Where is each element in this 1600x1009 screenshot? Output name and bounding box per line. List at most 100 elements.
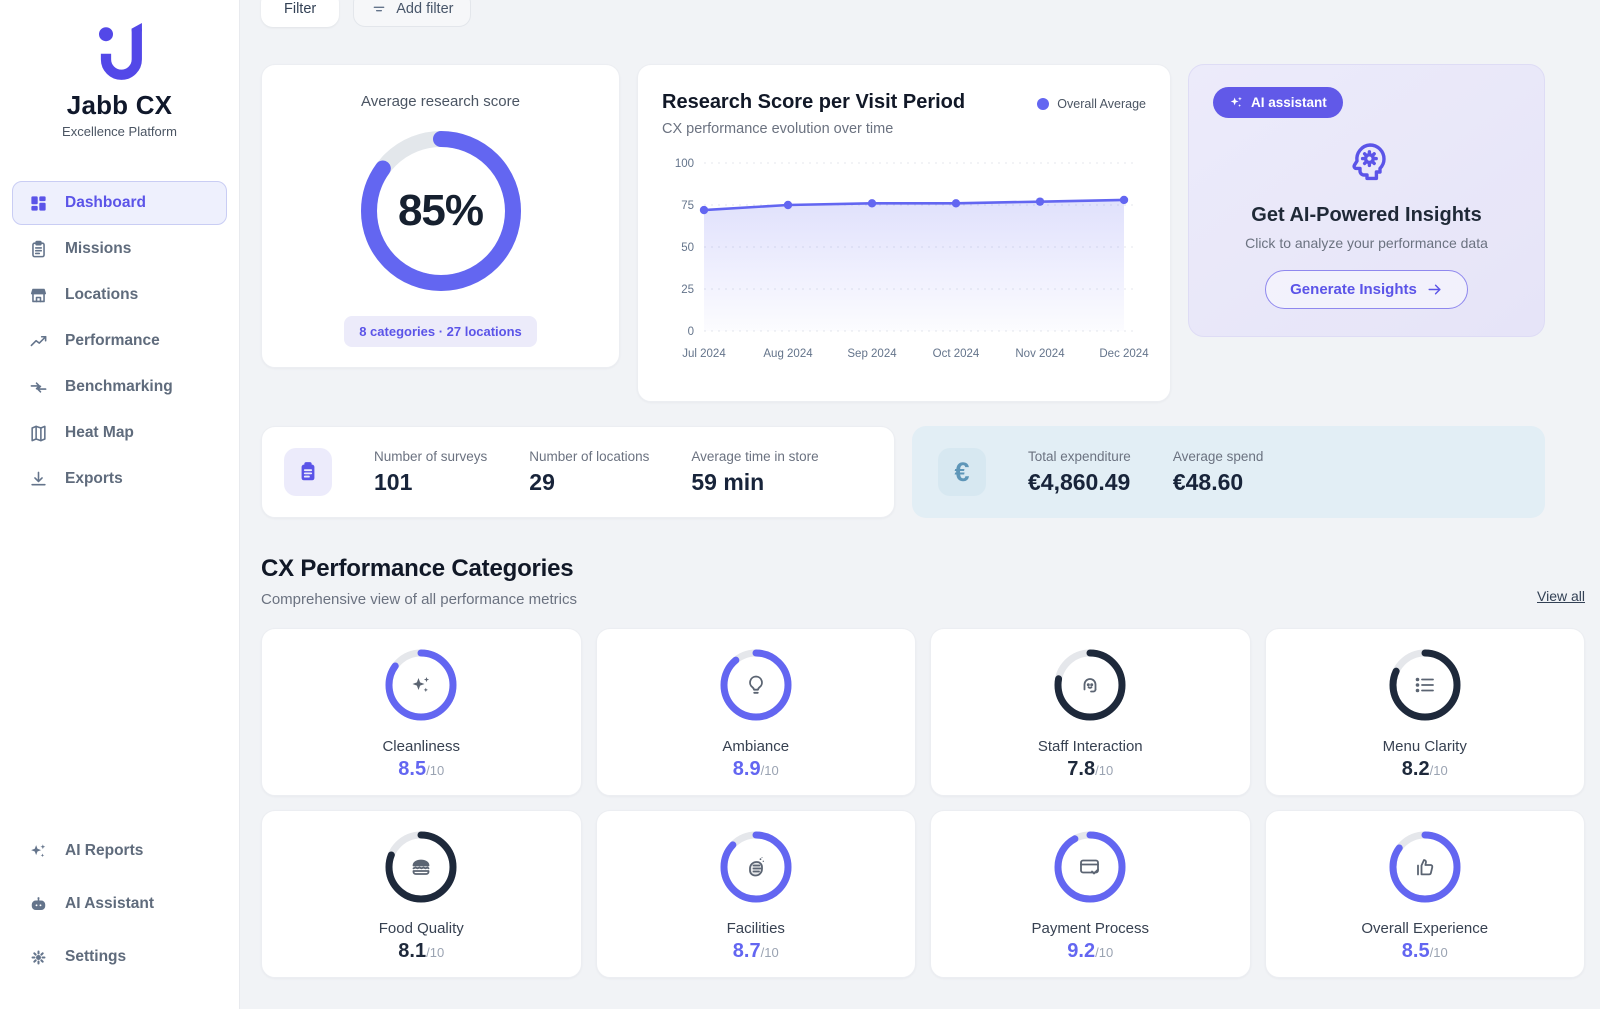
arrow-right-icon	[1426, 281, 1443, 298]
score-coverage-badge: 8 categories · 27 locations	[344, 316, 537, 347]
category-card-staff-interaction[interactable]: Staff Interaction 7.8/10	[930, 628, 1251, 796]
stat-average-spend: Average spend €48.60	[1173, 449, 1264, 496]
svg-text:0: 0	[688, 326, 694, 338]
thumbs-up-icon	[1387, 829, 1463, 905]
svg-text:Nov 2024: Nov 2024	[1015, 348, 1065, 360]
category-card-ambiance[interactable]: Ambiance 8.9/10	[596, 628, 917, 796]
sidebar: Jabb CX Excellence Platform Dashboard Mi…	[0, 0, 240, 1009]
hand-wash-icon	[718, 829, 794, 905]
robot-icon	[28, 894, 48, 914]
category-score: 8.5	[1402, 940, 1430, 963]
category-ring	[718, 647, 794, 723]
svg-text:25: 25	[681, 284, 694, 296]
category-name: Payment Process	[1031, 920, 1149, 937]
category-card-payment-process[interactable]: Payment Process 9.2/10	[930, 810, 1251, 978]
filter-bar: Filter Add filter	[261, 0, 1585, 27]
sparkles-icon	[28, 841, 48, 861]
stat-label: Number of locations	[529, 449, 649, 464]
category-ring	[383, 829, 459, 905]
category-ring	[718, 829, 794, 905]
legend-label: Overall Average	[1057, 97, 1146, 111]
categories-section-header: CX Performance Categories Comprehensive …	[261, 555, 1585, 608]
sidebar-item-missions[interactable]: Missions	[12, 227, 227, 271]
brand-logo	[12, 20, 227, 82]
sidebar-item-label: Benchmarking	[65, 378, 173, 396]
category-ring	[1052, 647, 1128, 723]
generate-insights-label: Generate Insights	[1290, 281, 1417, 298]
sidebar-item-performance[interactable]: Performance	[12, 319, 227, 363]
add-filter-button[interactable]: Add filter	[353, 0, 471, 27]
category-name: Staff Interaction	[1038, 738, 1143, 755]
filter-lines-icon	[371, 1, 387, 17]
stat-value: €48.60	[1173, 469, 1264, 496]
brand-tagline: Excellence Platform	[12, 124, 227, 139]
category-score-max: /10	[426, 945, 444, 960]
category-score: 8.9	[733, 758, 761, 781]
category-score-max: /10	[1095, 763, 1113, 778]
svg-text:Jul 2024: Jul 2024	[682, 348, 726, 360]
stat-label: Average spend	[1173, 449, 1264, 464]
category-score-max: /10	[1430, 945, 1448, 960]
categories-grid: Cleanliness 8.5/10 Ambiance 8.9/10 Staff…	[261, 628, 1585, 978]
stat-label: Number of surveys	[374, 449, 487, 464]
category-name: Food Quality	[379, 920, 464, 937]
sidebar-item-exports[interactable]: Exports	[12, 457, 227, 501]
category-card-food-quality[interactable]: Food Quality 8.1/10	[261, 810, 582, 978]
category-name: Overall Experience	[1361, 920, 1488, 937]
category-score: 8.2	[1402, 758, 1430, 781]
sidebar-item-ai-assistant[interactable]: AI Assistant	[12, 882, 227, 926]
category-ring	[383, 647, 459, 723]
sidebar-item-settings[interactable]: Settings	[12, 935, 227, 979]
ai-card-title: Get AI-Powered Insights	[1251, 204, 1481, 227]
sidebar-item-heat-map[interactable]: Heat Map	[12, 411, 227, 455]
category-score: 8.7	[733, 940, 761, 963]
ai-assistant-badge[interactable]: AI assistant	[1213, 87, 1343, 118]
average-score-card: Average research score 85% 8 categories …	[261, 64, 620, 368]
category-score: 8.1	[398, 940, 426, 963]
category-card-cleanliness[interactable]: Cleanliness 8.5/10	[261, 628, 582, 796]
svg-text:50: 50	[681, 242, 694, 254]
dashboard-grid-icon	[28, 193, 48, 213]
stat-value: 59 min	[691, 469, 818, 496]
euro-icon: €	[938, 448, 986, 496]
card-check-icon	[1052, 829, 1128, 905]
stats-row: Number of surveys 101 Number of location…	[261, 426, 1585, 518]
brand-name: Jabb CX	[12, 90, 227, 121]
research-score-chart-card: Research Score per Visit Period CX perfo…	[637, 64, 1171, 402]
stat-avg-time: Average time in store 59 min	[691, 449, 818, 496]
stat-value: 101	[374, 469, 487, 496]
svg-text:Sep 2024: Sep 2024	[847, 348, 897, 360]
jabb-logo-icon	[92, 20, 148, 82]
category-card-facilities[interactable]: Facilities 8.7/10	[596, 810, 917, 978]
main-content: Filter Add filter Average research score…	[240, 0, 1600, 1009]
compare-arrows-icon	[28, 377, 48, 397]
view-all-link[interactable]: View all	[1537, 588, 1585, 604]
svg-text:Dec 2024: Dec 2024	[1099, 348, 1149, 360]
category-name: Facilities	[727, 920, 785, 937]
sparkles-icon	[1229, 95, 1244, 110]
sidebar-item-benchmarking[interactable]: Benchmarking	[12, 365, 227, 409]
sidebar-footer: AI Reports AI Assistant Settings	[12, 829, 227, 979]
survey-stats-card: Number of surveys 101 Number of location…	[261, 426, 895, 518]
stat-total-expenditure: Total expenditure €4,860.49	[1028, 449, 1131, 496]
svg-text:100: 100	[675, 158, 694, 170]
categories-heading: CX Performance Categories	[261, 555, 577, 583]
sidebar-item-dashboard[interactable]: Dashboard	[12, 181, 227, 225]
top-cards-row: Average research score 85% 8 categories …	[261, 64, 1585, 402]
sparkles-icon	[383, 647, 459, 723]
chart-legend: Overall Average	[1037, 97, 1146, 111]
sidebar-item-locations[interactable]: Locations	[12, 273, 227, 317]
storefront-icon	[28, 285, 48, 305]
ai-badge-label: AI assistant	[1251, 95, 1327, 110]
add-filter-label: Add filter	[396, 1, 453, 17]
sidebar-item-ai-reports[interactable]: AI Reports	[12, 829, 227, 873]
generate-insights-button[interactable]: Generate Insights	[1265, 270, 1468, 309]
category-card-overall-experience[interactable]: Overall Experience 8.5/10	[1265, 810, 1586, 978]
head-gear-icon	[1343, 140, 1391, 188]
ai-insights-card: AI assistant Get AI-Powered Insights Cli…	[1188, 64, 1545, 337]
category-score-max: /10	[1430, 763, 1448, 778]
category-card-menu-clarity[interactable]: Menu Clarity 8.2/10	[1265, 628, 1586, 796]
clipboard-icon	[284, 448, 332, 496]
filter-button[interactable]: Filter	[261, 0, 339, 27]
category-score-max: /10	[426, 763, 444, 778]
